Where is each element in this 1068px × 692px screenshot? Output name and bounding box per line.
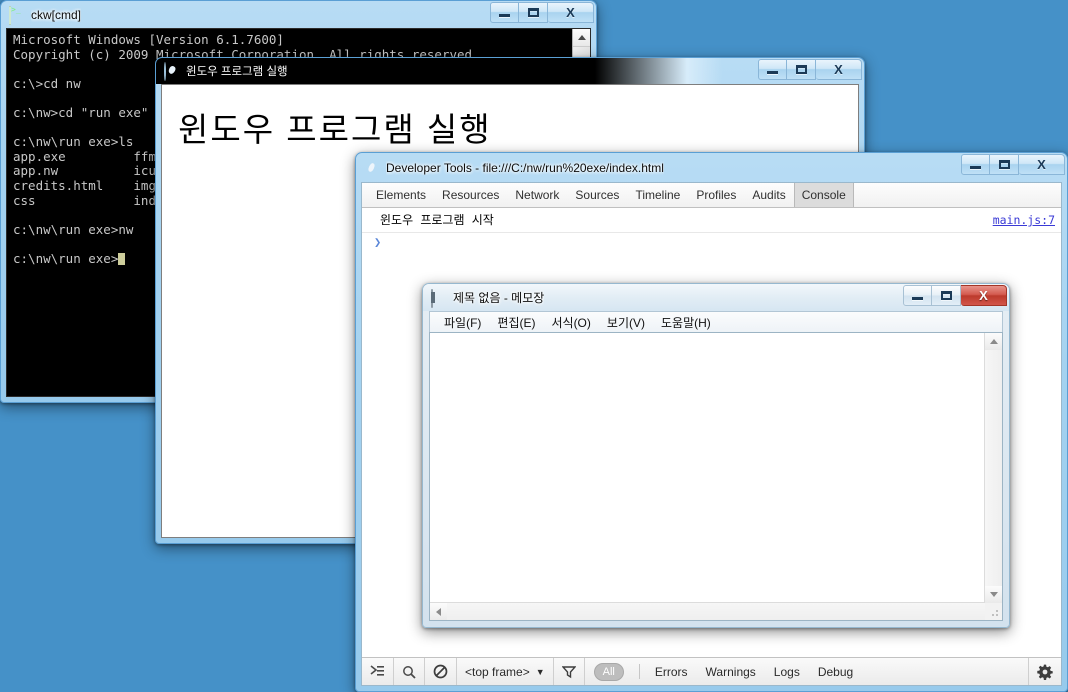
notepad-titlebar[interactable]: 제목 없음 - 메모장 X (423, 284, 1009, 311)
notepad-horizontal-scrollbar[interactable] (430, 602, 985, 620)
cmd-titlebar[interactable]: ckw[cmd] X (1, 1, 596, 28)
cmd-window-buttons: X (490, 2, 594, 23)
nw-minimize-button[interactable] (758, 59, 787, 80)
frame-selector[interactable]: <top frame> ▼ (457, 658, 554, 685)
nw-app-icon (164, 62, 180, 81)
menu-view[interactable]: 보기(V) (599, 314, 653, 331)
devtools-window-buttons: X (961, 154, 1065, 175)
clear-console-glyph (433, 664, 448, 679)
close-icon: X (979, 288, 988, 303)
nw-titlebar[interactable]: 윈도우 프로그램 실행 X (156, 58, 864, 84)
cmd-maximize-button[interactable] (519, 2, 548, 23)
console-message-source-link[interactable]: main.js:7 (993, 213, 1055, 227)
nw-maximize-button[interactable] (787, 59, 816, 80)
gear-icon[interactable] (1028, 658, 1061, 685)
tab-timeline[interactable]: Timeline (627, 183, 688, 207)
devtools-icon (364, 160, 380, 176)
filter-debug-button[interactable]: Debug (809, 658, 862, 685)
gear-glyph (1037, 664, 1053, 680)
clear-console-icon[interactable] (425, 658, 457, 685)
devtools-maximize-button[interactable] (990, 154, 1019, 175)
menu-format[interactable]: 서식(O) (543, 314, 598, 331)
filter-all-label: All (593, 662, 624, 681)
cmd-close-button[interactable]: X (548, 2, 594, 23)
notepad-vertical-scrollbar[interactable] (984, 333, 1002, 603)
tab-audits[interactable]: Audits (744, 183, 793, 207)
minimize-icon (499, 14, 510, 17)
minimize-icon (767, 71, 778, 74)
nw-app-heading: 윈도우 프로그램 실행 (178, 111, 492, 148)
cmd-scroll-up-button[interactable] (573, 29, 590, 47)
maximize-icon (998, 160, 1010, 169)
nw-window-title: 윈도우 프로그램 실행 (186, 66, 288, 78)
cmd-caret (118, 252, 126, 265)
maximize-icon (527, 8, 539, 17)
console-icon (9, 5, 25, 25)
close-icon: X (566, 5, 575, 20)
chevron-down-icon: ▼ (535, 666, 545, 677)
notepad-resize-grip[interactable] (985, 603, 1002, 620)
console-message: 윈도우 프로그램 시작 main.js:7 (362, 208, 1061, 233)
maximize-icon (940, 291, 952, 300)
console-drawer-icon[interactable] (362, 658, 394, 685)
tab-resources[interactable]: Resources (434, 183, 507, 207)
filter-logs-button[interactable]: Logs (765, 658, 809, 685)
close-icon: X (834, 62, 843, 77)
filter-funnel-glyph (561, 665, 576, 678)
notepad-close-button[interactable]: X (961, 285, 1007, 306)
devtools-status-bar: <top frame> ▼ All Errors Warnings Logs D… (362, 657, 1061, 685)
filter-errors-button[interactable]: Errors (646, 658, 697, 685)
statusbar-spacer (862, 658, 1028, 685)
notepad-scroll-left-button[interactable] (430, 603, 447, 620)
console-message-text: 윈도우 프로그램 시작 (380, 213, 494, 227)
menu-help[interactable]: 도움말(H) (653, 314, 719, 331)
notepad-icon (431, 288, 447, 308)
tab-sources[interactable]: Sources (567, 183, 627, 207)
frame-selector-label: <top frame> (465, 664, 530, 679)
search-icon[interactable] (394, 658, 425, 685)
notepad-maximize-button[interactable] (932, 285, 961, 306)
close-icon: X (1037, 157, 1046, 172)
notepad-minimize-button[interactable] (903, 285, 932, 306)
devtools-close-button[interactable]: X (1019, 154, 1065, 175)
triangle-down-icon (989, 592, 998, 597)
cmd-window-title: ckw[cmd] (31, 7, 82, 22)
menu-file[interactable]: 파일(F) (436, 314, 489, 331)
devtools-window-title: Developer Tools - file:///C:/nw/run%20ex… (386, 160, 664, 175)
triangle-up-icon (989, 339, 998, 344)
nw-close-button[interactable]: X (816, 59, 862, 80)
devtools-tab-bar: Elements Resources Network Sources Timel… (362, 183, 1061, 208)
nw-window-buttons: X (758, 59, 862, 80)
notepad-window-buttons: X (903, 285, 1007, 306)
tab-network[interactable]: Network (507, 183, 567, 207)
minimize-icon (970, 166, 981, 169)
search-glyph (403, 665, 416, 679)
minimize-icon (912, 297, 923, 300)
filter-warnings-button[interactable]: Warnings (697, 658, 765, 685)
tab-console[interactable]: Console (793, 183, 854, 207)
tab-elements[interactable]: Elements (368, 183, 434, 207)
console-prompt-arrow-icon: ❯ (374, 235, 382, 249)
notepad-window-title: 제목 없음 - 메모장 (453, 291, 545, 305)
tab-profiles[interactable]: Profiles (688, 183, 744, 207)
notepad-scroll-down-button[interactable] (985, 586, 1002, 603)
devtools-minimize-button[interactable] (961, 154, 990, 175)
devtools-titlebar[interactable]: Developer Tools - file:///C:/nw/run%20ex… (356, 153, 1067, 182)
cmd-minimize-button[interactable] (490, 2, 519, 23)
notepad-body (429, 332, 1003, 621)
triangle-left-icon (436, 607, 441, 616)
menu-edit[interactable]: 편집(E) (489, 314, 543, 331)
maximize-icon (795, 65, 807, 74)
statusbar-divider (638, 664, 640, 679)
notepad-scroll-up-button[interactable] (985, 333, 1002, 350)
console-prompt-line[interactable]: ❯ (362, 233, 1061, 251)
notepad-window[interactable]: 제목 없음 - 메모장 X 파일(F) 편집(E) 서식(O) 보기(V) 도움… (422, 283, 1010, 628)
notepad-menu-bar: 파일(F) 편집(E) 서식(O) 보기(V) 도움말(H) (429, 311, 1003, 332)
notepad-text-area[interactable] (430, 333, 985, 603)
filter-all-button[interactable]: All (585, 658, 633, 685)
console-drawer-glyph (370, 665, 384, 676)
filter-funnel-icon[interactable] (554, 658, 585, 685)
